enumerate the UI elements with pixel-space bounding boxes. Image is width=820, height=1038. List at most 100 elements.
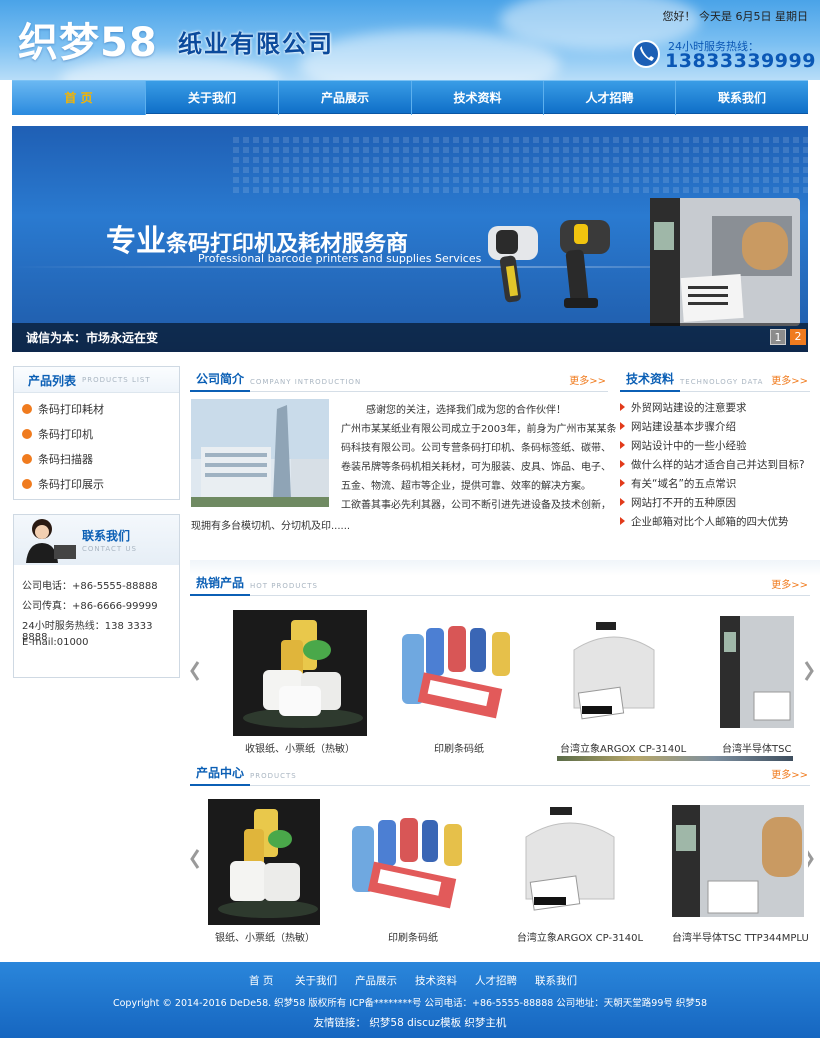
- category-item[interactable]: 条码打印机: [22, 426, 93, 444]
- logo-subtitle: 纸业有限公司: [178, 30, 334, 58]
- bullet-icon: [22, 404, 32, 414]
- nav-about[interactable]: 关于我们: [146, 81, 279, 115]
- tech-item-label: 做什么样的站才适合自己并达到目标?: [631, 459, 805, 471]
- tech-item-label: 外贸网站建设的注意要求: [631, 402, 747, 414]
- contact-phone: 公司电话：+86-5555-88888: [22, 581, 158, 592]
- slide-page-1[interactable]: 1: [770, 329, 786, 345]
- nav-jobs[interactable]: 人才招聘: [544, 81, 676, 115]
- banner-caption-bar: 诚信为本：市场永远在变 1 2: [12, 323, 808, 352]
- product-image-argox-printer[interactable]: [520, 805, 620, 921]
- arrow-right-icon: [620, 422, 625, 430]
- arrow-right-icon: [620, 517, 625, 525]
- product-label[interactable]: 印刷条码纸: [398, 740, 520, 755]
- footer-link-tech[interactable]: 技术资料: [415, 973, 457, 988]
- product-image-paper-rolls[interactable]: [208, 799, 320, 925]
- bullet-icon: [22, 454, 32, 464]
- category-item[interactable]: 条码打印展示: [22, 476, 104, 494]
- banner-caption: 诚信为本：市场永远在变: [26, 331, 159, 345]
- footer-link-home[interactable]: 首 页: [249, 973, 273, 988]
- product-image-paper-rolls[interactable]: [233, 610, 367, 736]
- date-greeting: 您好！ 今天是 6月5日 星期日: [662, 10, 809, 23]
- category-label: 条码打印机: [38, 428, 93, 441]
- product-label[interactable]: 台湾半导体TSC TTP344MPLU: [672, 929, 809, 944]
- hot-title-en: HOT PRODUCTS: [250, 582, 318, 590]
- category-label: 条码打印耗材: [38, 403, 104, 416]
- bullet-icon: [22, 479, 32, 489]
- company-building-image: [191, 399, 329, 507]
- nav-home[interactable]: 首 页: [12, 81, 146, 115]
- contact-title: 联系我们: [82, 529, 131, 543]
- category-label: 条码扫描器: [38, 453, 93, 466]
- footer-friend-links[interactable]: 友情链接： 织梦58 discuz模板 织梦主机: [0, 1015, 820, 1030]
- tech-item-label: 网站建设基本步骤介绍: [631, 421, 736, 433]
- footer-link-about[interactable]: 关于我们: [295, 973, 337, 988]
- tech-item[interactable]: 做什么样的站才适合自己并达到目标?: [620, 457, 805, 473]
- site-header: 织梦58 纸业有限公司 您好！ 今天是 6月5日 星期日 24小时服务热线： 1…: [0, 0, 820, 80]
- tech-item[interactable]: 有关“域名”的五点常识: [620, 476, 736, 492]
- main-nav: 首 页 关于我们 产品展示 技术资料 人才招聘 联系我们: [12, 80, 808, 115]
- footer-link-contact[interactable]: 联系我们: [535, 973, 577, 988]
- arrow-right-icon: [620, 403, 625, 411]
- product-image-argox-printer[interactable]: [568, 620, 660, 730]
- tech-list: 外贸网站建设的注意要求 网站建设基本步骤介绍 网站设计中的一些小经验 做什么样的…: [620, 398, 810, 538]
- nav-contact[interactable]: 联系我们: [676, 81, 808, 115]
- banner-slider[interactable]: 专业条码打印机及耗材服务商 Professional barcode print…: [12, 126, 808, 352]
- product-image-tsc-printer[interactable]: [672, 803, 808, 921]
- category-item[interactable]: 条码扫描器: [22, 451, 93, 469]
- hot-more-link[interactable]: 更多>>: [771, 576, 808, 591]
- arrow-right-icon: [620, 441, 625, 449]
- banner-subtitle: Professional barcode printers and suppli…: [198, 252, 482, 265]
- center-prev-arrow-icon[interactable]: [190, 848, 200, 870]
- tech-item[interactable]: 网站建设基本步骤介绍: [620, 419, 736, 435]
- center-title-en: PRODUCTS: [250, 772, 297, 780]
- hot-header: 热销产品 HOT PRODUCTS 更多>>: [190, 572, 810, 596]
- banner-title-big: 专业: [106, 224, 166, 259]
- intro-line: 广州市某某纸业有限公司成立于2003年，前身为广州市某某条: [341, 424, 617, 435]
- center-title: 产品中心: [190, 762, 251, 786]
- scanner-image-2: [560, 220, 610, 308]
- tech-item[interactable]: 网站设计中的一些小经验: [620, 438, 747, 454]
- hot-strip: [557, 756, 793, 761]
- product-list-title: 产品列表: [28, 374, 77, 388]
- product-image-barcode-labels[interactable]: [348, 814, 474, 918]
- hotline-number: 13833339999: [665, 50, 816, 72]
- product-image-barcode-labels[interactable]: [398, 620, 520, 730]
- contact-email: E-mail:01000: [22, 637, 89, 648]
- tech-item[interactable]: 外贸网站建设的注意要求: [620, 400, 747, 416]
- footer-link-products[interactable]: 产品展示: [355, 973, 397, 988]
- center-more-link[interactable]: 更多>>: [771, 766, 808, 781]
- product-list-header: 产品列表 PRODUCTS LIST: [14, 367, 179, 393]
- tech-item[interactable]: 网站打不开的五种原因: [620, 495, 736, 511]
- contact-box: 联系我们 CONTACT US 公司电话：+86-5555-88888 公司传真…: [13, 514, 180, 678]
- arrow-right-icon: [620, 460, 625, 468]
- tech-more-link[interactable]: 更多>>: [771, 372, 808, 387]
- intro-line: 码科技有限公司。公司专营条码打印机、条码标签纸、碳带、: [341, 443, 611, 454]
- product-list-title-en: PRODUCTS LIST: [82, 376, 151, 384]
- tech-title-en: TECHNOLOGY DATA: [680, 378, 764, 386]
- nav-products[interactable]: 产品展示: [279, 81, 412, 115]
- logo-main[interactable]: 织梦58: [18, 10, 158, 68]
- product-label[interactable]: 银纸、小票纸（热敏）: [206, 929, 324, 944]
- product-label[interactable]: 台湾立象ARGOX CP-3140L: [560, 740, 686, 755]
- tech-item-label: 有关“域名”的五点常识: [631, 478, 737, 490]
- product-label[interactable]: 印刷条码纸: [352, 929, 474, 944]
- contact-header: 联系我们 CONTACT US: [14, 515, 179, 565]
- arrow-right-icon: [620, 498, 625, 506]
- tech-item[interactable]: 企业邮箱对比个人邮箱的四大优势: [620, 514, 789, 530]
- tech-header: 技术资料 TECHNOLOGY DATA 更多>>: [620, 368, 810, 392]
- slide-page-2[interactable]: 2: [790, 329, 806, 345]
- scanner-image-1: [488, 226, 538, 303]
- site-footer: 首 页 关于我们 产品展示 技术资料 人才招聘 联系我们 Copyright ©…: [0, 962, 820, 1038]
- footer-link-jobs[interactable]: 人才招聘: [475, 973, 517, 988]
- intro-line: 工欲善其事必先利其器，公司不断引进先进设备及技术创新，: [341, 500, 611, 511]
- intro-more-link[interactable]: 更多>>: [569, 372, 606, 387]
- hot-next-arrow-icon[interactable]: [804, 660, 814, 682]
- hot-prev-arrow-icon[interactable]: [190, 660, 200, 682]
- category-item[interactable]: 条码打印耗材: [22, 401, 104, 419]
- tech-item-label: 企业邮箱对比个人邮箱的四大优势: [631, 516, 789, 528]
- product-label[interactable]: 台湾半导体TSC: [722, 740, 796, 755]
- product-label[interactable]: 台湾立象ARGOX CP-3140L: [514, 929, 646, 944]
- product-image-tsc-printer[interactable]: [720, 612, 794, 732]
- nav-tech[interactable]: 技术资料: [412, 81, 544, 115]
- product-label[interactable]: 收银纸、小票纸（热敏）: [233, 740, 367, 755]
